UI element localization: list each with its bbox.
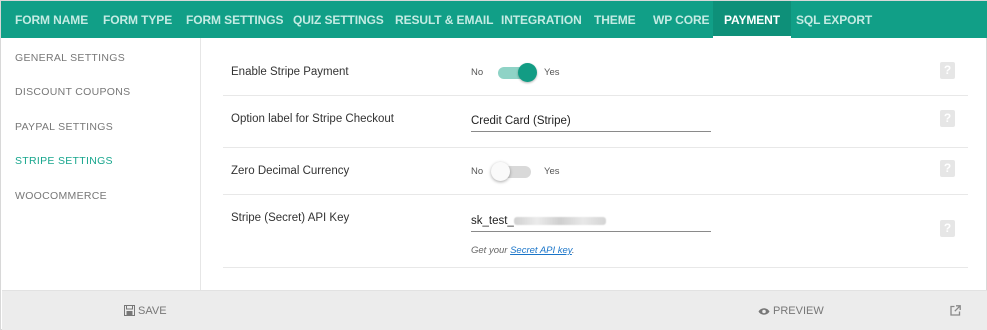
sidebar-item-woocommerce[interactable]: WOOCOMMERCE: [15, 190, 107, 202]
api-key-hint-suffix: .: [571, 245, 575, 256]
top-tab-bar: FORM NAME FORM TYPE FORM SETTINGS QUIZ S…: [1, 1, 987, 38]
zero-decimal-toggle[interactable]: [491, 162, 531, 181]
tab-payment[interactable]: PAYMENT: [713, 1, 791, 38]
form-builder-window: FORM NAME FORM TYPE FORM SETTINGS QUIZ S…: [0, 0, 987, 330]
option-label-help-icon[interactable]: ?: [940, 110, 955, 127]
preview-label: PREVIEW: [773, 305, 824, 317]
toggle-knob: [491, 162, 510, 181]
api-key-hint: Get your Secret API key.: [471, 245, 575, 256]
zero-decimal-help-icon[interactable]: ?: [940, 160, 955, 177]
popout-button[interactable]: [950, 291, 964, 330]
zero-decimal-yes-label: Yes: [544, 166, 560, 177]
external-link-icon: [950, 305, 961, 316]
toggle-knob: [518, 63, 537, 82]
tab-theme[interactable]: THEME: [583, 1, 647, 38]
eye-icon: [758, 308, 770, 315]
api-key-hint-prefix: Get your: [471, 245, 511, 256]
floppy-disk-icon: [124, 305, 135, 316]
settings-sidebar: GENERAL SETTINGS DISCOUNT COUPONS PAYPAL…: [2, 38, 201, 290]
tab-wp-core[interactable]: WP CORE: [642, 1, 720, 38]
sidebar-item-stripe-settings[interactable]: STRIPE SETTINGS: [15, 155, 113, 167]
footer-bar: SAVE PREVIEW: [2, 290, 987, 330]
enable-stripe-help-icon[interactable]: ?: [940, 62, 955, 79]
redacted-key: [513, 216, 606, 225]
sidebar-item-general-settings[interactable]: GENERAL SETTINGS: [15, 52, 125, 64]
tab-form-name[interactable]: FORM NAME: [4, 1, 99, 38]
setting-row-api-key: Stripe (Secret) API Key sk_test_ Get you…: [223, 195, 968, 268]
setting-row-enable-stripe: Enable Stripe Payment No Yes ?: [223, 49, 968, 96]
api-key-label: Stripe (Secret) API Key: [231, 212, 350, 224]
preview-button[interactable]: PREVIEW: [758, 291, 824, 330]
setting-row-zero-decimal: Zero Decimal Currency No Yes ?: [223, 148, 968, 195]
api-key-input[interactable]: sk_test_: [471, 212, 711, 232]
enable-stripe-toggle[interactable]: [498, 63, 537, 82]
tab-result-email[interactable]: RESULT & EMAIL: [384, 1, 504, 38]
tab-form-settings[interactable]: FORM SETTINGS: [175, 1, 294, 38]
setting-row-option-label: Option label for Stripe Checkout Credit …: [223, 96, 968, 148]
tab-sql-export[interactable]: SQL EXPORT: [785, 1, 883, 38]
save-label: SAVE: [138, 305, 167, 317]
option-label-label: Option label for Stripe Checkout: [231, 113, 395, 125]
zero-decimal-label: Zero Decimal Currency: [231, 165, 350, 177]
sidebar-item-discount-coupons[interactable]: DISCOUNT COUPONS: [15, 86, 130, 98]
enable-stripe-no-label: No: [471, 67, 484, 78]
enable-stripe-yes-label: Yes: [544, 67, 560, 78]
enable-stripe-label: Enable Stripe Payment: [231, 66, 349, 78]
api-key-help-icon[interactable]: ?: [940, 220, 955, 237]
option-label-input[interactable]: Credit Card (Stripe): [471, 112, 711, 132]
zero-decimal-no-label: No: [471, 166, 484, 177]
api-key-value-prefix: sk_test_: [471, 215, 514, 227]
tab-quiz-settings[interactable]: QUIZ SETTINGS: [282, 1, 395, 38]
sidebar-item-paypal-settings[interactable]: PAYPAL SETTINGS: [15, 121, 113, 133]
tab-form-type[interactable]: FORM TYPE: [92, 1, 183, 38]
save-button[interactable]: SAVE: [124, 291, 167, 330]
tab-integration[interactable]: INTEGRATION: [490, 1, 593, 38]
secret-api-key-link[interactable]: Secret API key: [510, 245, 572, 256]
